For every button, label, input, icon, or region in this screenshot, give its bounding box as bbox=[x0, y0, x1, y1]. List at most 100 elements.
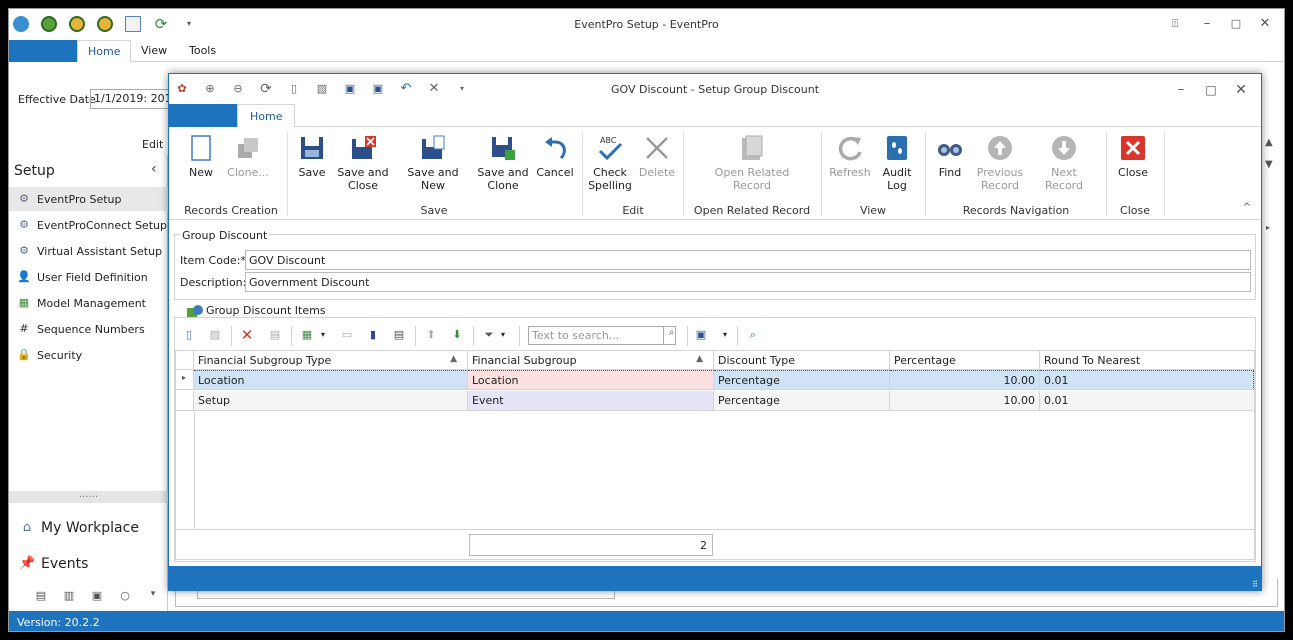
maximize-icon[interactable]: □ bbox=[1203, 82, 1219, 98]
dropdown-icon[interactable]: ▾ bbox=[315, 327, 331, 343]
column-header[interactable]: Round To Nearest bbox=[1040, 351, 1254, 370]
save-and-close-button[interactable]: Save and Close bbox=[337, 134, 389, 192]
find-button[interactable]: Find bbox=[932, 134, 968, 179]
save-close-icon bbox=[349, 134, 377, 162]
button-label: Delete bbox=[638, 166, 676, 179]
table-cell[interactable]: Event bbox=[468, 391, 714, 411]
sidebar-item-model-management[interactable]: ▦ Model Management bbox=[9, 291, 168, 315]
description-field[interactable]: Government Discount bbox=[245, 272, 1251, 292]
sidebar-item-security[interactable]: 🔒 Security bbox=[9, 343, 168, 367]
close-window-icon[interactable]: ✕ bbox=[1257, 16, 1273, 32]
dialog-app-menu-button[interactable] bbox=[169, 104, 237, 127]
maximize-icon[interactable]: □ bbox=[1228, 16, 1244, 32]
dropdown-icon[interactable]: ▼ bbox=[1265, 159, 1273, 170]
nav-my-workplace[interactable]: ⌂ My Workplace bbox=[9, 513, 168, 543]
minimize-icon[interactable]: – bbox=[1199, 16, 1215, 32]
search-icon[interactable]: ⌕ bbox=[663, 327, 679, 344]
tab-home[interactable]: Home bbox=[237, 104, 296, 128]
app-menu-button[interactable] bbox=[9, 40, 77, 62]
button-label: Save and bbox=[337, 166, 389, 179]
close-button[interactable]: Close bbox=[1113, 134, 1153, 179]
table-cell[interactable]: Setup bbox=[194, 391, 468, 411]
new-button[interactable]: New bbox=[181, 134, 221, 179]
delete-button[interactable]: Delete bbox=[637, 134, 677, 179]
open-related-record-button[interactable]: Open Related Record bbox=[709, 134, 795, 192]
move-up-icon[interactable]: ⬆ bbox=[423, 327, 439, 343]
tab-home[interactable]: Home bbox=[77, 40, 132, 63]
scroll-right-icon[interactable]: ▸ bbox=[1266, 223, 1270, 232]
delete-row-icon[interactable]: ✕ bbox=[239, 327, 255, 343]
sidebar-splitter[interactable]: ...... bbox=[9, 490, 168, 503]
table-cell[interactable]: Location bbox=[194, 370, 468, 390]
audit-log-button[interactable]: Audit Log bbox=[879, 134, 915, 192]
grid-search-input[interactable]: Text to search... bbox=[528, 326, 676, 345]
find-in-grid-icon[interactable]: ⌕ bbox=[745, 327, 761, 343]
sidebar-item-eventproconnect-setup[interactable]: ⚙ EventProConnect Setup bbox=[9, 213, 168, 237]
row-indicator[interactable] bbox=[176, 391, 194, 411]
table-cell[interactable]: Percentage bbox=[714, 391, 890, 411]
audit-log-icon bbox=[883, 134, 911, 162]
export-icon[interactable]: ▣ bbox=[693, 327, 709, 343]
clone-button[interactable]: Clone... bbox=[225, 134, 271, 179]
next-record-button[interactable]: Next Record bbox=[1031, 134, 1097, 192]
table-cell[interactable]: Location bbox=[468, 370, 714, 390]
add-row-icon[interactable]: ▯ bbox=[181, 327, 197, 343]
close-dialog-icon[interactable]: ✕ bbox=[1233, 82, 1249, 98]
resize-grip-icon[interactable]: ⠿ bbox=[1252, 580, 1258, 589]
inventory-icon[interactable]: ▥ bbox=[61, 589, 77, 605]
sidebar-item-sequence-numbers[interactable]: # Sequence Numbers bbox=[9, 317, 168, 341]
columns-icon[interactable]: ▦ bbox=[299, 327, 315, 343]
link-icon[interactable]: ▭ bbox=[339, 327, 355, 343]
ribbon-collapse-icon[interactable]: ▲ bbox=[1265, 137, 1273, 148]
sidebar-item-virtual-assistant-setup[interactable]: ⚙ Virtual Assistant Setup bbox=[9, 239, 168, 263]
spellcheck-icon: ABC bbox=[596, 134, 624, 162]
effective-date-field[interactable]: 1/1/2019: 2019 bbox=[90, 89, 172, 109]
contacts-icon[interactable]: ▤ bbox=[33, 589, 49, 605]
nav-events[interactable]: 📌 Events bbox=[9, 549, 168, 579]
column-header[interactable]: Financial Subgroup Type ▲ bbox=[194, 351, 468, 370]
cancel-button[interactable]: Cancel bbox=[535, 134, 575, 179]
save-button[interactable]: Save bbox=[293, 134, 331, 179]
chevron-down-icon[interactable]: ▾ bbox=[145, 589, 161, 605]
refresh-icon bbox=[836, 134, 864, 162]
toolbar-separator bbox=[737, 326, 738, 346]
column-header[interactable]: Percentage bbox=[890, 351, 1040, 370]
dropdown-icon[interactable]: ▾ bbox=[495, 327, 511, 343]
table-cell[interactable]: 10.00 bbox=[890, 391, 1040, 411]
table-cell[interactable]: Percentage bbox=[714, 370, 890, 390]
chevron-up-icon[interactable]: ^ bbox=[1243, 202, 1251, 213]
tab-tools[interactable]: Tools bbox=[189, 44, 216, 57]
previous-record-button[interactable]: Previous Record bbox=[975, 134, 1025, 192]
chevron-left-icon[interactable]: ‹ bbox=[151, 161, 157, 177]
table-cell[interactable]: 10.00 bbox=[890, 370, 1040, 390]
check-spelling-button[interactable]: ABC Check Spelling bbox=[587, 134, 633, 192]
table-cell[interactable]: 0.01 bbox=[1040, 391, 1254, 411]
item-code-field[interactable]: GOV Discount bbox=[245, 250, 1251, 270]
main-window-title: EventPro Setup - EventPro bbox=[574, 18, 719, 31]
sidebar-item-user-field-definition[interactable]: 👤 User Field Definition bbox=[9, 265, 168, 289]
restore-ribbon-icon[interactable]: ⍐ bbox=[1167, 16, 1183, 32]
sidebar-item-eventpro-setup[interactable]: ⚙ EventPro Setup bbox=[9, 187, 168, 211]
edit-row-icon[interactable]: ▤ bbox=[267, 327, 283, 343]
column-header[interactable]: Discount Type bbox=[714, 351, 890, 370]
main-title-bar: ⟳ ▾ EventPro Setup - EventPro ⍐ – □ ✕ bbox=[9, 9, 1284, 40]
table-cell[interactable]: 0.01 bbox=[1040, 370, 1254, 390]
help-book-icon[interactable]: ▮ bbox=[365, 327, 381, 343]
save-and-new-button[interactable]: Save and New bbox=[395, 134, 471, 192]
details-icon[interactable]: ▤ bbox=[391, 327, 407, 343]
save-and-clone-button[interactable]: Save and Clone bbox=[477, 134, 529, 192]
dropdown-icon[interactable]: ▾ bbox=[717, 327, 733, 343]
minimize-icon[interactable]: – bbox=[1173, 82, 1189, 98]
ribbon-group-edit: Edit bbox=[622, 204, 644, 217]
move-down-icon[interactable]: ⬇ bbox=[449, 327, 465, 343]
dialog-ribbon: New Clone... Save Save and Close Save and… bbox=[169, 127, 1261, 220]
row-indicator-icon[interactable]: ▸ bbox=[176, 370, 194, 390]
user-settings-icon[interactable]: ▣ bbox=[89, 589, 105, 605]
clone-row-icon[interactable]: ▧ bbox=[207, 327, 223, 343]
main-ribbon-tabs: Home View Tools bbox=[9, 40, 1284, 63]
toolbar-separator bbox=[687, 326, 688, 346]
tab-view[interactable]: View bbox=[141, 44, 167, 57]
refresh-button[interactable]: Refresh bbox=[827, 134, 873, 179]
column-header[interactable]: Financial Subgroup ▲ bbox=[468, 351, 714, 370]
chat-bubble-icon[interactable]: ○ bbox=[117, 589, 133, 605]
